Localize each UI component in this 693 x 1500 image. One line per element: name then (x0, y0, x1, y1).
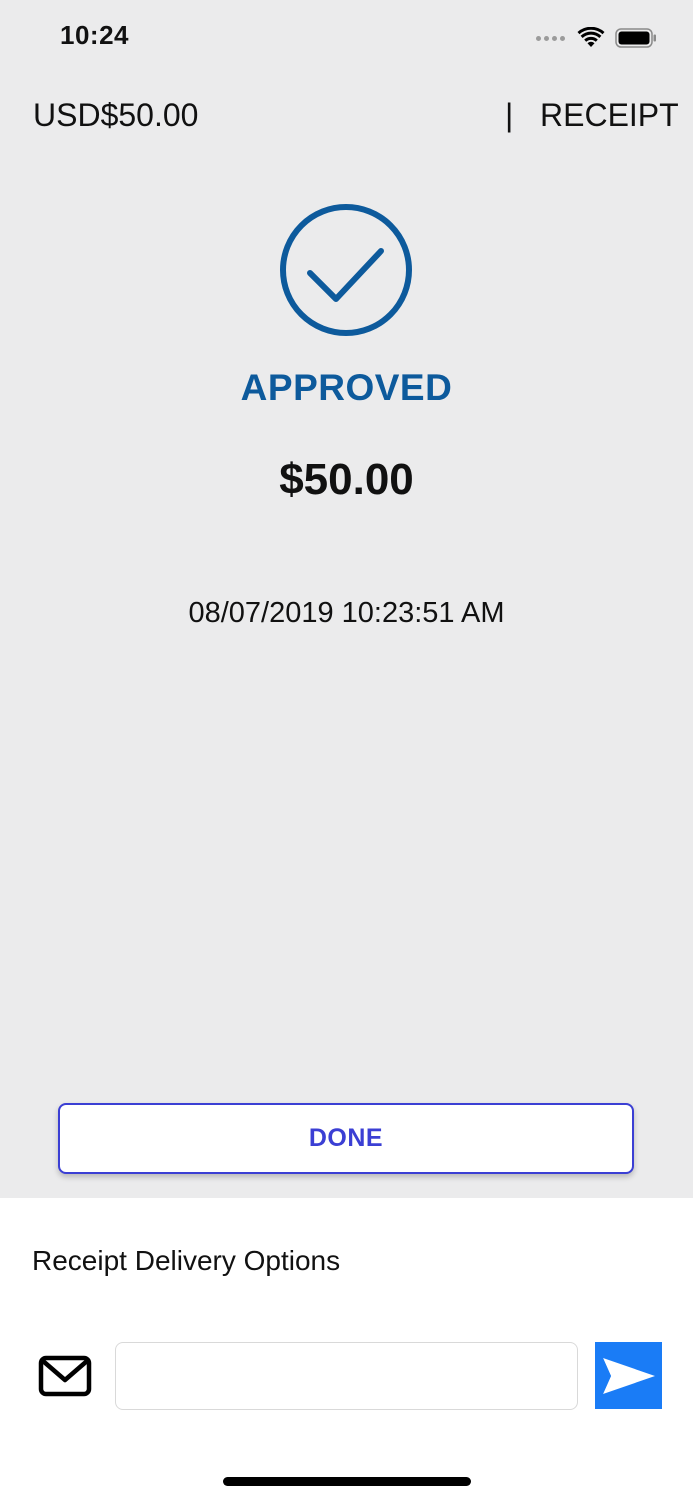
receipt-screen: 10:24 USD$50.00 | RECEIPT APPROVED $50.0… (0, 0, 693, 1500)
transaction-result-panel: 10:24 USD$50.00 | RECEIPT APPROVED $50.0… (0, 0, 693, 1198)
wifi-icon (577, 27, 605, 47)
receipt-link[interactable]: RECEIPT (540, 97, 679, 134)
battery-icon (615, 28, 656, 48)
cellular-dots-icon (536, 35, 565, 41)
status-bar-icons (536, 25, 657, 51)
checkmark-circle-icon (280, 204, 412, 336)
home-indicator[interactable] (223, 1477, 471, 1486)
status-bar-time: 10:24 (60, 20, 129, 50)
header-divider: | (505, 97, 514, 133)
transaction-datetime: 08/07/2019 10:23:51 AM (188, 597, 505, 629)
done-button[interactable]: DONE (58, 1103, 634, 1174)
transaction-amount: $50.00 (279, 455, 414, 504)
header-amount: USD$50.00 (33, 97, 199, 133)
receipt-delivery-title: Receipt Delivery Options (32, 1245, 341, 1276)
send-icon (602, 1357, 655, 1394)
mail-icon (38, 1355, 92, 1397)
send-button[interactable] (595, 1342, 662, 1409)
transaction-status: APPROVED (240, 367, 453, 408)
email-field[interactable] (115, 1342, 578, 1410)
